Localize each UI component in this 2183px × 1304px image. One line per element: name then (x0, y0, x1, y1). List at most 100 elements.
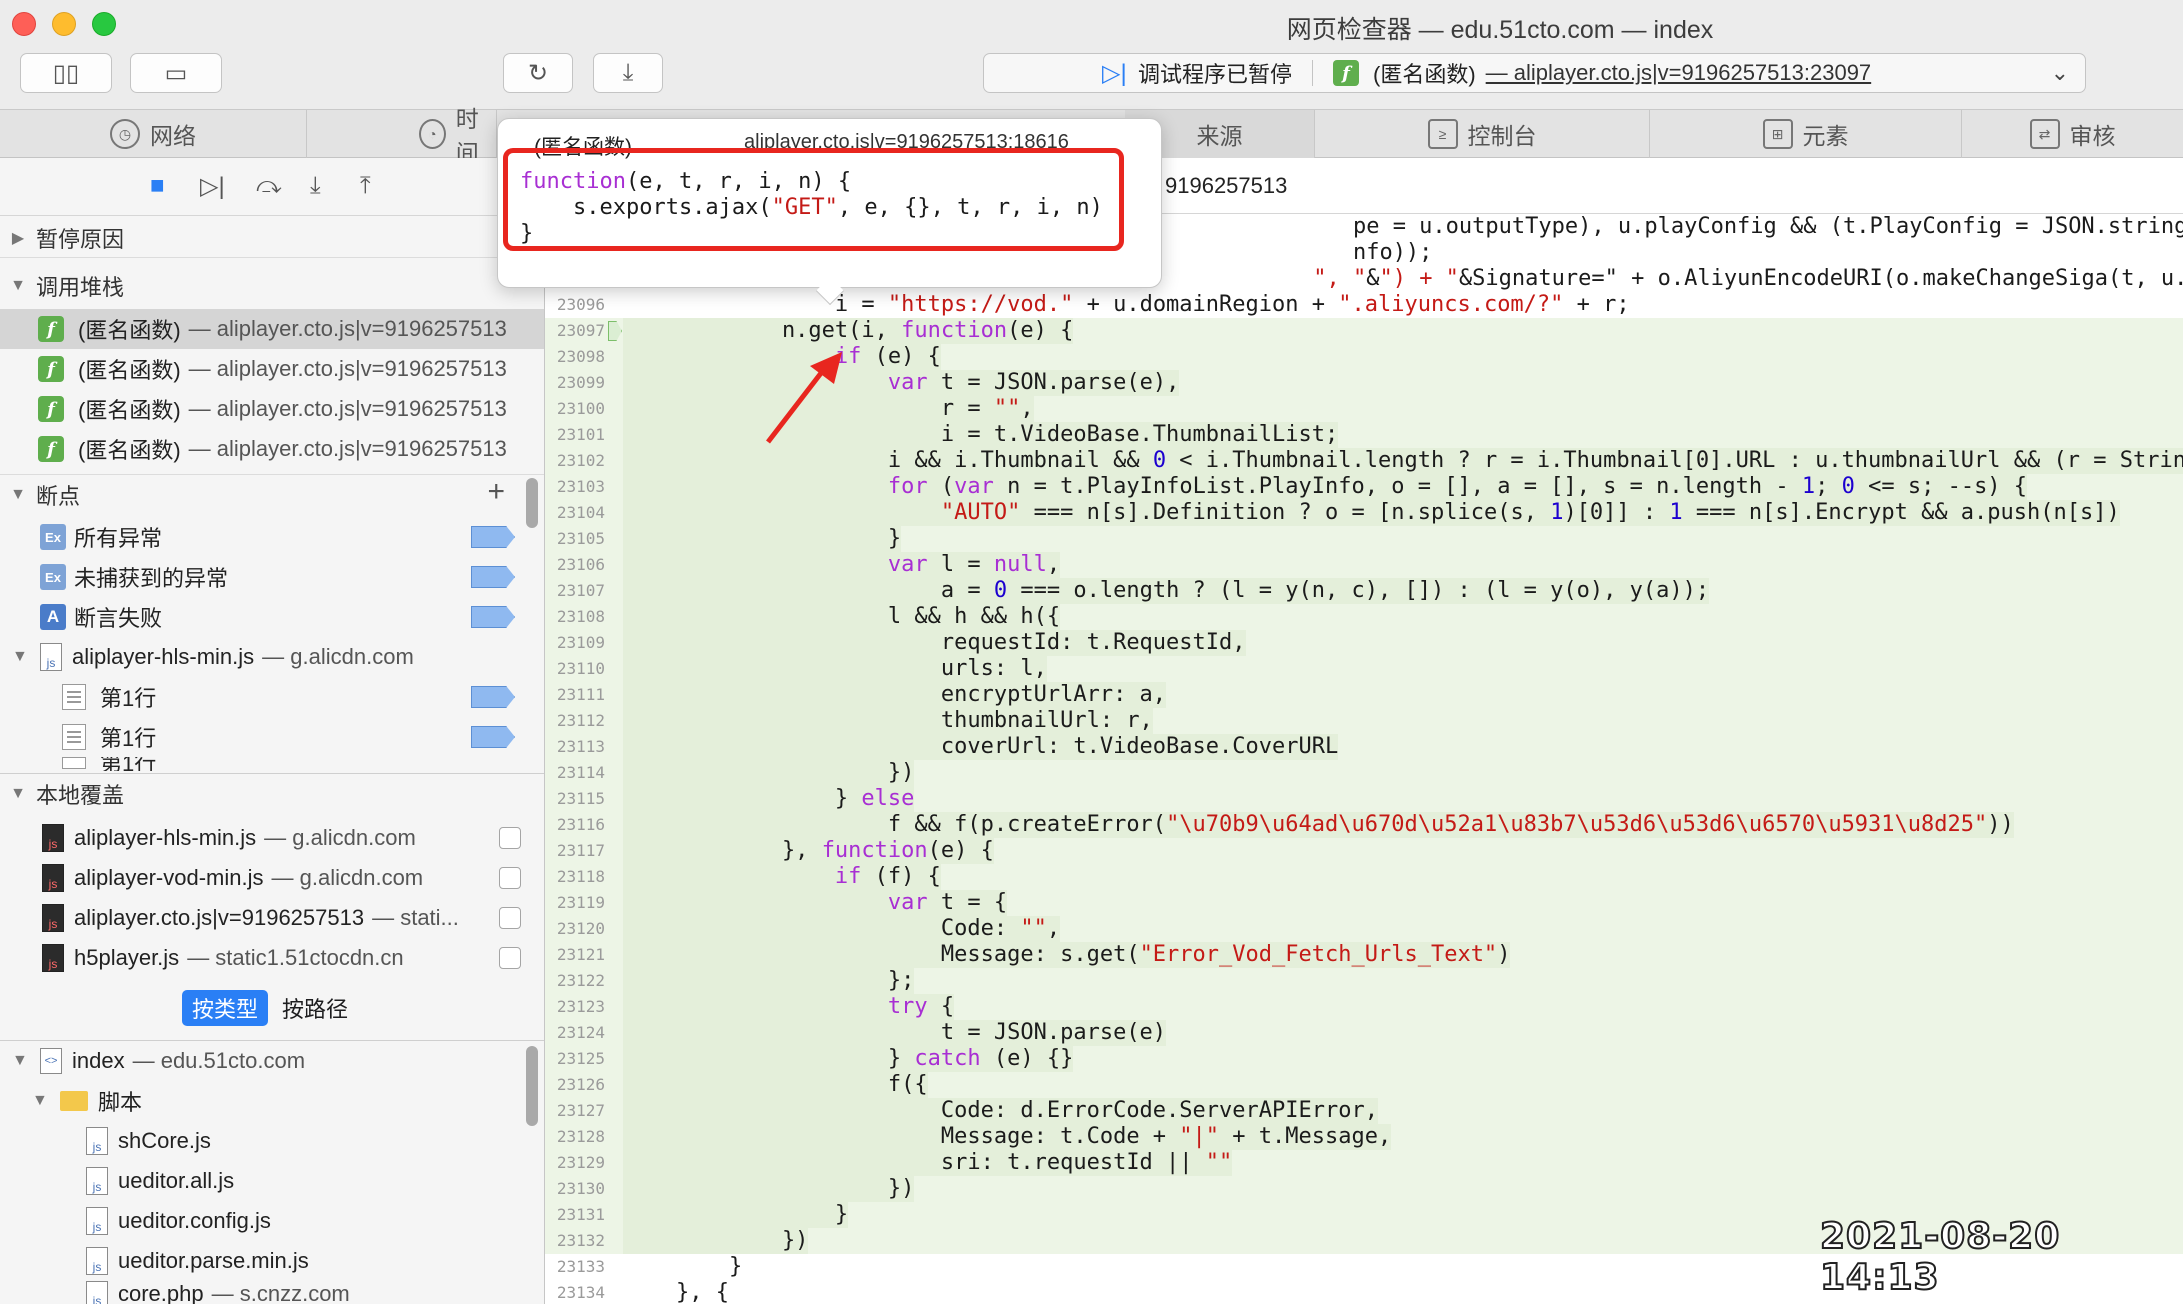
script-item[interactable]: js core.php — s.cnzz.com (0, 1281, 544, 1304)
line-number[interactable]: 23114 (545, 760, 605, 786)
override-item[interactable]: js aliplayer-vod-min.js — g.alicdn.com (0, 858, 544, 898)
breakpoint-flag-icon[interactable] (471, 606, 515, 628)
breakpoints-section[interactable]: ▼ 断点 + (0, 474, 544, 514)
breakpoint-item[interactable]: A 断言失败 (0, 597, 544, 637)
line-number[interactable]: 23111 (545, 682, 605, 708)
dock-side-button[interactable]: ▯▯ (20, 53, 112, 93)
breakpoint-flag-icon[interactable] (471, 566, 515, 588)
breakpoint-flag-icon[interactable] (471, 686, 515, 708)
breakpoint-item[interactable]: Ex 未捕获到的异常 (0, 557, 544, 597)
override-item[interactable]: js aliplayer.cto.js|v=9196257513 — stati… (0, 898, 544, 938)
code-line[interactable]: 23122 }; (545, 968, 2183, 994)
reload-button[interactable]: ↻ (503, 53, 573, 93)
minimize-window-button[interactable] (52, 12, 76, 36)
code-line[interactable]: 23118 if (f) { (545, 864, 2183, 890)
code-line[interactable]: 23115 } else (545, 786, 2183, 812)
line-number[interactable]: 23126 (545, 1072, 605, 1098)
code-line[interactable]: 23106 var l = null, (545, 552, 2183, 578)
stack-frame-item[interactable]: f (匿名函数) — aliplayer.cto.js|v=9196257513 (0, 429, 544, 469)
override-checkbox[interactable] (499, 947, 521, 969)
line-number[interactable]: 23107 (545, 578, 605, 604)
line-number[interactable]: 23115 (545, 786, 605, 812)
code-line[interactable]: 23114 }) (545, 760, 2183, 786)
dock-bottom-button[interactable]: ▭ (130, 53, 222, 93)
line-number[interactable]: 23098 (545, 344, 605, 370)
code-line[interactable]: 23129 sri: t.requestId || "" (545, 1150, 2183, 1176)
line-number[interactable]: 23118 (545, 864, 605, 890)
override-checkbox[interactable] (499, 867, 521, 889)
line-number[interactable]: 23125 (545, 1046, 605, 1072)
chevron-down-icon[interactable]: ⌄ (2051, 60, 2069, 86)
code-line[interactable]: 23116 f && f(p.createError("\u70b9\u64ad… (545, 812, 2183, 838)
resources-scrollbar[interactable] (526, 1046, 538, 1126)
line-number[interactable]: 23129 (545, 1150, 605, 1176)
line-number[interactable]: 23099 (545, 370, 605, 396)
line-number[interactable]: 23110 (545, 656, 605, 682)
call-stack-section[interactable]: ▼ 调用堆栈 (0, 266, 544, 306)
scripts-folder[interactable]: ▼ 脚本 (0, 1081, 544, 1121)
line-number[interactable]: 23097 (545, 318, 605, 344)
line-number[interactable]: 23108 (545, 604, 605, 630)
line-number[interactable]: 23120 (545, 916, 605, 942)
breakpoint-flag-icon[interactable] (471, 726, 515, 748)
close-window-button[interactable] (12, 12, 36, 36)
tab-elements[interactable]: ⊞ 元素 (1650, 110, 1962, 158)
code-line[interactable]: 23109 requestId: t.RequestId, (545, 630, 2183, 656)
line-number[interactable]: 23102 (545, 448, 605, 474)
line-number[interactable]: 23124 (545, 1020, 605, 1046)
tab-timeline[interactable]: ◔ 时间 (307, 106, 497, 166)
code-line[interactable]: 23107 a = 0 === o.length ? (l = y(n, c),… (545, 578, 2183, 604)
add-breakpoint-icon[interactable]: + (487, 475, 505, 509)
override-checkbox[interactable] (499, 907, 521, 929)
line-number[interactable]: 23112 (545, 708, 605, 734)
zoom-window-button[interactable] (92, 12, 116, 36)
code-line[interactable]: 23119 var t = { (545, 890, 2183, 916)
group-by-type-button[interactable]: 按类型 (182, 990, 269, 1026)
breakpoint-file-item[interactable]: ▼ js aliplayer-hls-min.js — g.alicdn.com (0, 637, 544, 677)
tab-audit[interactable]: ⇄ 审核 (1962, 110, 2183, 158)
line-number[interactable]: 23105 (545, 526, 605, 552)
line-number[interactable]: 23096 (545, 292, 605, 318)
resource-tree-root[interactable]: ▼ <> index — edu.51cto.com (0, 1041, 544, 1081)
stack-frame-item[interactable]: f (匿名函数) — aliplayer.cto.js|v=9196257513 (0, 349, 544, 389)
tab-network[interactable]: ◷ 网络 (0, 110, 307, 158)
code-line[interactable]: 23123 try { (545, 994, 2183, 1020)
breakpoint-flag-icon[interactable] (471, 526, 515, 548)
step-over-icon[interactable]: ⤼ (256, 172, 282, 200)
code-line[interactable]: 23102 i && i.Thumbnail && 0 < i.Thumbnai… (545, 448, 2183, 474)
debugger-status-bar[interactable]: ▷| 调试程序已暂停 f (匿名函数) — aliplayer.cto.js|v… (983, 53, 2086, 93)
code-line[interactable]: 23127 Code: d.ErrorCode.ServerAPIError, (545, 1098, 2183, 1124)
breakpoint-line-item[interactable]: 第1行 (0, 677, 544, 717)
code-line[interactable]: 23096 i = "https://vod." + u.domainRegio… (545, 292, 2183, 318)
stack-frame-item[interactable]: f (匿名函数) — aliplayer.cto.js|v=9196257513 (0, 309, 544, 349)
code-line[interactable]: 23128 Message: t.Code + "|" + t.Message, (545, 1124, 2183, 1150)
override-item[interactable]: js aliplayer-hls-min.js — g.alicdn.com (0, 818, 544, 858)
override-item[interactable]: js h5player.js — static1.51ctocdn.cn (0, 938, 544, 978)
current-frame-source-link[interactable]: — aliplayer.cto.js|v=9196257513:23097 (1486, 60, 1872, 86)
code-line[interactable]: 23125 } catch (e) {} (545, 1046, 2183, 1072)
code-line[interactable]: 23108 l && h && h({ (545, 604, 2183, 630)
line-number[interactable]: 23121 (545, 942, 605, 968)
code-line[interactable]: 23111 encryptUrlArr: a, (545, 682, 2183, 708)
line-number[interactable]: 23116 (545, 812, 605, 838)
line-number[interactable]: 23103 (545, 474, 605, 500)
group-by-path-button[interactable]: 按路径 (272, 990, 358, 1026)
line-number[interactable]: 23132 (545, 1228, 605, 1254)
line-number[interactable]: 23134 (545, 1280, 605, 1304)
line-number[interactable]: 23133 (545, 1254, 605, 1280)
line-number[interactable]: 23127 (545, 1098, 605, 1124)
resume-icon[interactable]: ▷| (200, 172, 225, 201)
stack-frame-item[interactable]: f (匿名函数) — aliplayer.cto.js|v=9196257513 (0, 389, 544, 429)
code-line[interactable]: 23110 urls: l, (545, 656, 2183, 682)
script-item[interactable]: js ueditor.config.js (0, 1201, 544, 1241)
code-line[interactable]: 23113 coverUrl: t.VideoBase.CoverURL (545, 734, 2183, 760)
override-checkbox[interactable] (499, 827, 521, 849)
code-line[interactable]: 23120 Code: "", (545, 916, 2183, 942)
local-overrides-section[interactable]: ▼ 本地覆盖 (0, 773, 544, 813)
breakpoint-line-item[interactable]: 第1行 (0, 757, 544, 771)
line-number[interactable]: 23109 (545, 630, 605, 656)
source-code-view[interactable]: 9196257513 pe = u.outputType), u.playCon… (545, 158, 2183, 1304)
line-number[interactable]: 23101 (545, 422, 605, 448)
line-number[interactable]: 23131 (545, 1202, 605, 1228)
tab-console[interactable]: ≥ 控制台 (1315, 110, 1650, 158)
